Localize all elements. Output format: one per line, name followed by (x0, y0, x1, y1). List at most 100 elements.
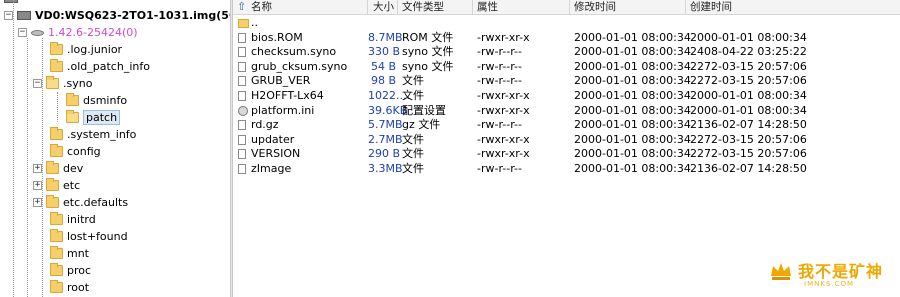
tree-item-folder[interactable]: config (37, 143, 101, 160)
file-name: rd.gz (251, 118, 279, 132)
tree-item-folder[interactable]: + dev (33, 160, 83, 177)
tree-item-folder[interactable]: root (37, 279, 89, 296)
file-name: updater (251, 132, 295, 146)
file-mtime: 2000-01-01 08:00:34 (574, 118, 691, 132)
folder-icon (50, 212, 63, 225)
file-ctime: 2272-03-15 20:57:06 (690, 132, 807, 146)
file-ctime: 2272-03-15 20:57:06 (690, 147, 807, 161)
file-mtime: 2000-01-01 08:00:34 (574, 74, 691, 88)
file-row[interactable]: updater 2.7MB 文件 -rwxr-xr-x 2000-01-01 08:00… (233, 133, 900, 148)
folder-icon (46, 195, 59, 208)
expand-toggle[interactable]: + (33, 181, 42, 190)
file-name: VERSION (251, 147, 301, 161)
file-mtime: 2000-01-01 08:00:34 (574, 132, 691, 146)
file-ctime: 2000-01-01 08:00:34 (690, 30, 807, 44)
watermark-url: IMNKS.COM (804, 280, 855, 288)
crown-logo-icon (771, 263, 791, 280)
file-type: syno 文件 (402, 45, 454, 59)
tree-item-folder[interactable]: + etc (33, 177, 80, 194)
tree-item-label: dev (63, 162, 84, 175)
file-type: 文件 (402, 74, 424, 88)
tree-item-partition[interactable]: − 1.42.6-25424(0) (18, 24, 138, 41)
file-row[interactable]: .. (233, 16, 900, 31)
folder-icon (50, 246, 63, 259)
expand-toggle[interactable]: + (33, 164, 42, 173)
file-attr: -rwxr-xr-x (477, 132, 530, 146)
expand-toggle[interactable]: + (33, 198, 42, 207)
tree-item-folder[interactable]: .system_info (37, 126, 136, 143)
file-size: 330 B (368, 45, 401, 59)
folder-open-icon (66, 110, 79, 123)
tree-item-label: VD0:WSQ623-2TO1-1031.img(5GB) (35, 9, 230, 22)
file-icon (238, 164, 246, 174)
tree-item-folder[interactable]: + etc.defaults (33, 194, 128, 211)
file-attr: -rwxr-xr-x (477, 89, 530, 102)
file-row[interactable]: rd.gz 5.7MB gz 文件 -rw-r--r-- 2000-01-01 08:0… (233, 118, 900, 133)
tree-item-folder[interactable]: − .syno (33, 75, 92, 92)
file-size: 3.3MB (368, 162, 403, 175)
file-name: zImage (251, 162, 292, 175)
file-attr: -rw-r--r-- (477, 59, 522, 73)
column-header-ctime[interactable]: 创建时间 (686, 0, 900, 15)
gear-file-icon (238, 105, 248, 116)
file-mtime: 2000-01-01 08:00:34 (574, 162, 691, 175)
file-row[interactable]: VERSION 290 B 文件 -rwxr-xr-x 2000-01-01 08:00… (233, 147, 900, 162)
column-header-attr[interactable]: 属性 (473, 0, 570, 15)
directory-tree[interactable]: − VD0:WSQ623-2TO1-1031.img(5GB) − 1.42.6… (0, 0, 230, 297)
file-attr: -rw-r--r-- (477, 118, 522, 132)
file-row[interactable]: grub_cksum.syno 54 B syno 文件 -rw-r--r-- 2000… (233, 60, 900, 75)
file-ctime: 2272-03-15 20:57:06 (690, 59, 807, 73)
tree-item-folder[interactable]: lost+found (37, 228, 128, 245)
file-name: grub_cksum.syno (251, 59, 348, 73)
file-icon (238, 32, 246, 43)
file-size: 5.7MB (368, 118, 403, 132)
file-row[interactable]: checksum.syno 330 Bsyno 文件 -rw-r--r-- 2000-… (233, 45, 900, 60)
file-row[interactable]: platform.ini 39.6KB 配置设置 -rwxr-xr-x 2000-01-… (233, 104, 900, 119)
file-ctime: 2136-02-07 14:28:50 (690, 162, 807, 175)
column-header-name[interactable]: ⇧ 名称 (233, 0, 368, 15)
collapse-toggle[interactable]: − (33, 79, 42, 88)
tree-item-label: root (67, 281, 90, 294)
file-row[interactable]: zImage 3.3MB 文件 -rw-r--r-- 2000-01-01 08:00:… (233, 162, 900, 177)
file-size: 8.7MB (368, 30, 403, 44)
column-header-mtime[interactable]: 修改时间 (570, 0, 686, 15)
file-attr: -rw-r--r-- (477, 162, 522, 175)
file-mtime: 2000-01-01 08:00:34 (574, 147, 691, 161)
file-row[interactable]: H2OFFT-Lx64 1022.... 文件 -rwxr-xr-x 2000-01-0… (233, 89, 900, 104)
file-type: syno 文件 (402, 59, 454, 73)
tree-item-folder[interactable]: proc (37, 262, 91, 279)
file-row[interactable]: bios.ROM 8.7MB ROM 文件 -rwxr-xr-x 2000-01-01 … (233, 31, 900, 46)
collapse-toggle[interactable]: − (4, 11, 13, 20)
file-size: 54 B (370, 59, 396, 73)
folder-icon (50, 280, 63, 293)
tree-item-label: patch (83, 110, 121, 125)
file-type: 文件 (402, 147, 424, 161)
tree-item-label: etc (63, 179, 81, 192)
tree-item-folder[interactable]: dsminfo (53, 92, 127, 109)
file-row[interactable]: GRUB_VER 98 B 文件 -rw-r--r-- 2000-01-01 08:00… (233, 74, 900, 89)
file-name: checksum.syno (251, 45, 337, 59)
tree-item-folder[interactable]: mnt (37, 245, 89, 262)
file-type: 配置设置 (402, 103, 446, 117)
file-ctime: 2272-03-15 20:57:06 (690, 74, 807, 88)
tree-item-label: .system_info (67, 128, 137, 141)
file-ctime: 2136-02-07 14:28:50 (690, 118, 807, 132)
watermark-brand: 我不是矿神 (798, 262, 884, 281)
tree-item-folder[interactable]: .old_patch_info (37, 58, 150, 75)
tree-item-label: config (67, 145, 101, 158)
drive-icon (4, 0, 18, 3)
partition-icon (31, 29, 44, 36)
file-size: 2.7MB (368, 132, 403, 146)
tree-item-label: etc.defaults (63, 196, 129, 209)
tree-item-folder[interactable]: .log.junior (37, 41, 122, 58)
folder-icon (46, 178, 59, 191)
tree-item-label: .old_patch_info (67, 60, 150, 73)
column-header-size[interactable]: 大小 (368, 0, 398, 15)
tree-item-folder[interactable]: initrd (37, 211, 96, 228)
tree-item-image[interactable]: − VD0:WSQ623-2TO1-1031.img(5GB) (4, 7, 230, 24)
column-header-type[interactable]: 文件类型 (398, 0, 473, 15)
tree-item-folder-selected[interactable]: patch (53, 109, 121, 126)
file-size: 1022.... (368, 89, 410, 102)
column-header-bar: ⇧ 名称 大小 文件类型 属性 修改时间 创建时间 (233, 0, 900, 15)
collapse-toggle[interactable]: − (18, 28, 27, 37)
